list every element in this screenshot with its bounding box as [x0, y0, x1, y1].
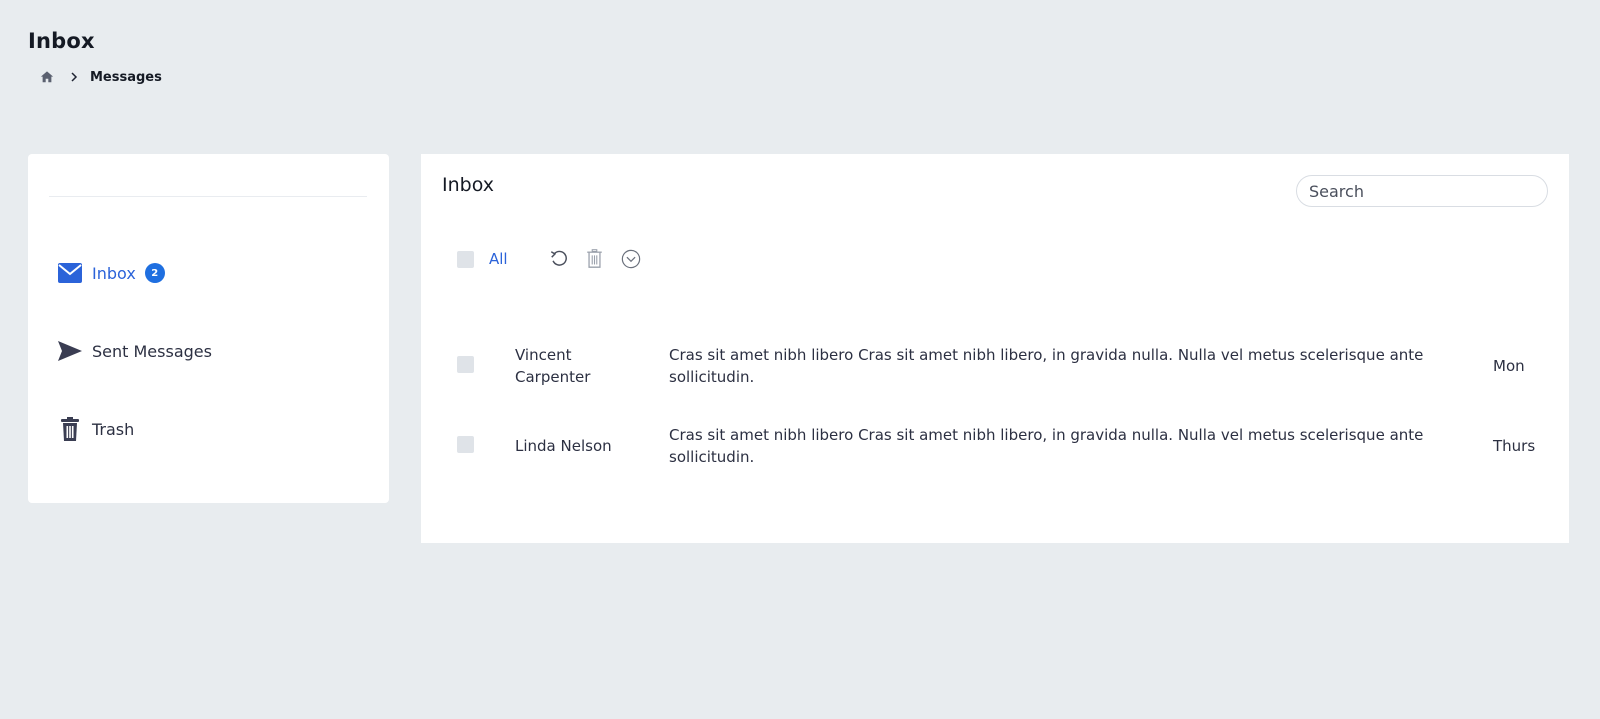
page-title: Inbox — [28, 29, 95, 53]
message-checkbox[interactable] — [457, 436, 474, 453]
message-toolbar: All — [457, 246, 642, 272]
message-snippet: Cras sit amet nibh libero Cras sit amet … — [669, 346, 1424, 386]
page-header: Inbox Messages — [28, 26, 162, 86]
message-snippet: Cras sit amet nibh libero Cras sit amet … — [669, 426, 1424, 466]
sidebar-item-inbox[interactable]: Inbox 2 — [58, 258, 165, 288]
message-checkbox[interactable] — [457, 356, 474, 373]
breadcrumb-current: Messages — [90, 69, 162, 85]
refresh-icon[interactable] — [548, 248, 570, 270]
message-date: Thurs — [1493, 437, 1536, 455]
inbox-panel: Inbox All — [421, 154, 1569, 543]
sidebar-item-label: Trash — [92, 419, 135, 439]
message-row[interactable]: Vincent Carpenter Cras sit amet nibh lib… — [421, 336, 1569, 396]
trash-icon[interactable] — [584, 248, 606, 270]
chevron-down-circle-icon[interactable] — [620, 248, 642, 270]
message-sender: Vincent Carpenter — [515, 346, 591, 386]
breadcrumb: Messages — [40, 68, 162, 86]
envelope-icon — [58, 261, 82, 285]
home-icon[interactable] — [40, 70, 54, 84]
message-row[interactable]: Linda Nelson Cras sit amet nibh libero C… — [421, 416, 1569, 476]
message-sender: Linda Nelson — [515, 437, 612, 455]
trash-icon — [58, 417, 82, 441]
search-input[interactable] — [1296, 175, 1548, 207]
sidebar-item-trash[interactable]: Trash — [58, 414, 134, 444]
unread-badge: 2 — [144, 263, 165, 283]
sidebar-divider — [49, 196, 367, 197]
message-date: Mon — [1493, 357, 1525, 375]
sidebar-item-label: Sent Messages — [92, 341, 212, 361]
select-all-label[interactable]: All — [489, 250, 508, 268]
mail-sidebar: Inbox 2 Sent Messages Trash — [28, 154, 389, 503]
paper-plane-icon — [58, 339, 82, 363]
chevron-right-icon — [68, 71, 80, 83]
inbox-title: Inbox — [442, 174, 494, 196]
sidebar-item-label: Inbox — [92, 263, 136, 283]
select-all-checkbox[interactable] — [457, 250, 474, 268]
sidebar-item-sent-messages[interactable]: Sent Messages — [58, 336, 212, 366]
